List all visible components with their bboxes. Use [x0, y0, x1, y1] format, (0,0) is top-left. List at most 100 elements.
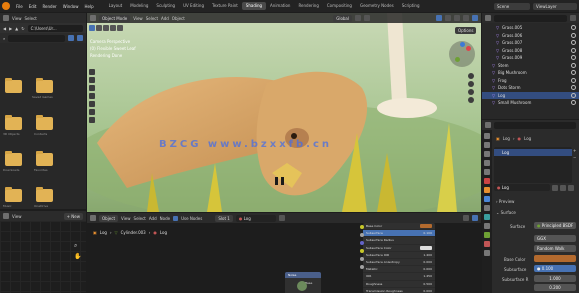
color-swatch[interactable]: [420, 224, 432, 229]
tab-compositing[interactable]: Compositing: [323, 2, 356, 10]
transform-orientation-dropdown[interactable]: Global: [333, 14, 352, 22]
render-tab-icon[interactable]: [484, 142, 490, 148]
overlay-node-icon[interactable]: [472, 215, 478, 221]
node-row-subsurface-ior[interactable]: Subsurface IOR 1.400: [363, 252, 435, 259]
world-tab-icon[interactable]: [484, 178, 490, 184]
node-row-subsurface-anisotropy[interactable]: Subsurface Anisotropy 0.000: [363, 259, 435, 267]
pin-icon[interactable]: [278, 215, 285, 221]
pan-view-icon[interactable]: [468, 81, 474, 87]
material-tab-icon[interactable]: [484, 241, 490, 247]
image-editor-menu-view[interactable]: View: [12, 214, 22, 219]
visibility-icon[interactable]: [571, 100, 576, 105]
options-dropdown[interactable]: Options: [455, 27, 477, 34]
outliner-item-stem[interactable]: ▽ Stem: [482, 62, 579, 70]
duplicate-material-icon[interactable]: [560, 185, 566, 191]
scene-selector[interactable]: Scene: [494, 2, 530, 10]
visibility-icon[interactable]: [571, 92, 576, 98]
outliner-item-frog[interactable]: ▽ Frog: [482, 77, 579, 85]
tab-shading[interactable]: Shading: [241, 2, 267, 10]
measure-tool-icon[interactable]: [89, 117, 95, 123]
folder-icon[interactable]: [36, 187, 53, 202]
camera-view-icon[interactable]: [468, 89, 474, 95]
nav-refresh-icon[interactable]: ↻: [21, 26, 24, 31]
visibility-icon[interactable]: [571, 32, 576, 38]
node-menu-select[interactable]: Select: [134, 216, 146, 221]
tab-layout[interactable]: Layout: [105, 2, 127, 10]
add-slot-icon[interactable]: +: [573, 148, 576, 153]
node-row-subsurface[interactable]: Subsurface 0.100: [363, 230, 435, 238]
tab-rendering[interactable]: Rendering: [294, 2, 322, 10]
navigation-gizmo[interactable]: [449, 41, 475, 67]
outliner-item-big-mushroom[interactable]: ▽ Big Mushroom: [482, 69, 579, 77]
tab-animation[interactable]: Animation: [266, 2, 294, 10]
outliner-icon[interactable]: [485, 15, 491, 21]
new-image-button[interactable]: + New: [63, 212, 83, 220]
node-row-subsurface-color[interactable]: Subsurface Color: [363, 245, 435, 252]
principled-bsdf-node[interactable]: Base Color Subsurface 0.100 Subsurface Ra…: [363, 223, 435, 293]
distribution-dropdown[interactable]: GGX: [534, 235, 576, 242]
file-search-field[interactable]: [8, 34, 65, 42]
remove-slot-icon[interactable]: −: [573, 155, 576, 160]
node-row-transmission-roughness[interactable]: Transmission Roughness 0.000: [363, 288, 435, 293]
base-color-swatch[interactable]: [534, 255, 576, 262]
tab-sculpting[interactable]: Sculpting: [152, 2, 179, 10]
proportional-edit-icon[interactable]: [364, 15, 370, 21]
node-menu-node[interactable]: Node: [160, 216, 170, 221]
outliner-item-grass-005[interactable]: ▽ Grass.005: [482, 24, 579, 32]
pan-hand-icon[interactable]: ✋: [74, 253, 81, 260]
move-tool-icon[interactable]: [89, 77, 95, 83]
fake-user-icon[interactable]: [552, 185, 558, 191]
input-socket-icon[interactable]: [360, 233, 364, 237]
data-tab-icon[interactable]: [484, 232, 490, 238]
outliner-item-grass-007[interactable]: ▽ Grass.007: [482, 39, 579, 47]
menu-render[interactable]: Render: [39, 4, 59, 9]
subsurface-radius-x-field[interactable]: 1.000: [534, 275, 576, 282]
axis-x-icon[interactable]: [466, 46, 471, 51]
menu-window[interactable]: Window: [60, 4, 82, 9]
folder-icon[interactable]: [36, 78, 53, 93]
tab-texture-paint[interactable]: Texture Paint: [208, 2, 242, 10]
outliner-item-grass-009[interactable]: ▽ Grass.009: [482, 54, 579, 62]
color-swatch[interactable]: [420, 245, 432, 250]
small-node[interactable]: Noise Base: [285, 272, 321, 293]
select-mode-icon[interactable]: [110, 25, 116, 31]
input-socket-icon[interactable]: [360, 249, 364, 253]
input-socket-icon[interactable]: [360, 265, 364, 269]
scene-tab-icon[interactable]: [484, 169, 490, 175]
subsurface-radius-y-field[interactable]: 0.200: [534, 284, 576, 291]
preview-section-header[interactable]: › Preview: [496, 199, 514, 204]
editor-type-icon[interactable]: [90, 15, 96, 21]
material-slot-list[interactable]: Log: [494, 147, 572, 183]
object-tab-icon[interactable]: [484, 187, 490, 193]
material-name-field[interactable]: ● Log: [494, 184, 550, 191]
axis-y-icon[interactable]: [455, 57, 460, 62]
outliner-item-grass-008[interactable]: ▽ Grass.008: [482, 47, 579, 55]
properties-icon[interactable]: [485, 122, 491, 128]
object-mode-dropdown[interactable]: Object Mode: [99, 14, 131, 22]
folder-icon[interactable]: [36, 151, 53, 166]
output-tab-icon[interactable]: [484, 151, 490, 157]
subsurface-field[interactable]: ● 0.100: [534, 265, 576, 272]
folder-icon[interactable]: [5, 151, 22, 166]
visibility-icon[interactable]: [571, 25, 576, 30]
nav-back-icon[interactable]: ◀: [3, 26, 6, 31]
image-editor-icon[interactable]: [3, 213, 9, 219]
menu-edit[interactable]: Edit: [26, 4, 40, 9]
menu-file[interactable]: File: [13, 4, 26, 9]
file-browser-menu-view[interactable]: View: [12, 16, 22, 21]
display-mode-icon[interactable]: [68, 35, 74, 41]
viewport-render[interactable]: [87, 13, 481, 212]
viewport-menu-select[interactable]: Select: [146, 16, 158, 21]
perspective-toggle-icon[interactable]: [468, 97, 474, 103]
transform-tool-icon[interactable]: [89, 101, 95, 107]
viewport-menu-object[interactable]: Object: [172, 16, 185, 21]
filter-icon[interactable]: [77, 35, 83, 41]
use-nodes-checkbox[interactable]: [173, 215, 179, 221]
material-datablock-field[interactable]: ● Log: [235, 214, 276, 222]
surface-shader-field[interactable]: ● Principled BSDF: [534, 222, 576, 229]
outliner-item-log[interactable]: ▽ Log: [482, 91, 579, 99]
folder-icon[interactable]: [5, 187, 22, 202]
outliner-item-small-mushroom[interactable]: ▽ Small Mushroom: [482, 99, 579, 107]
visibility-icon[interactable]: [571, 40, 576, 45]
particles-tab-icon[interactable]: [484, 205, 490, 211]
